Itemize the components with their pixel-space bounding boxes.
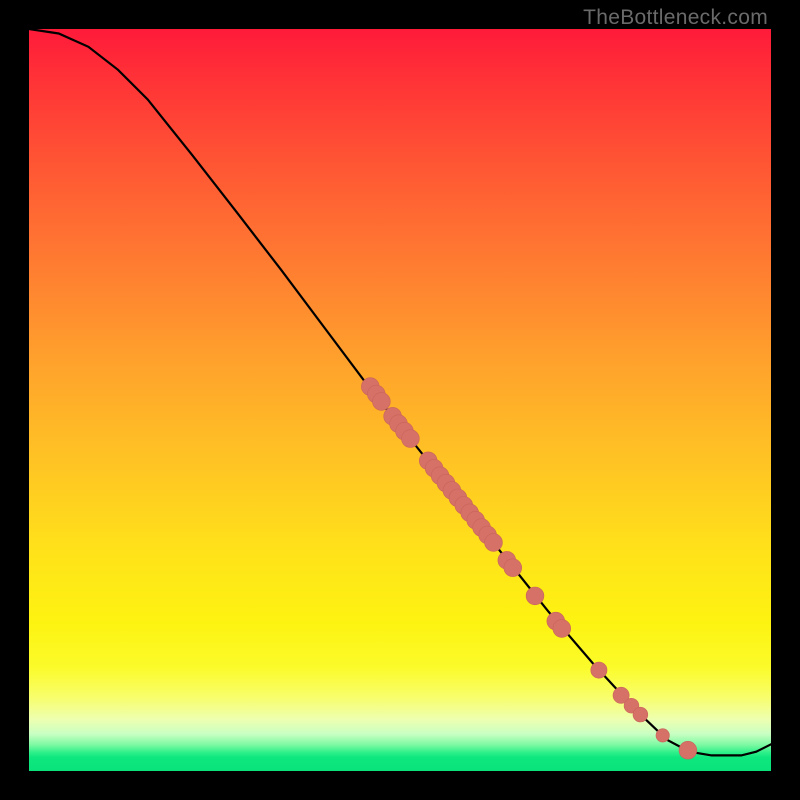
chart-frame: TheBottleneck.com [0,0,800,800]
data-marker [504,559,522,577]
data-marker [633,707,648,722]
data-marker [402,430,420,448]
data-marker [373,393,391,411]
data-marker [679,741,697,759]
data-marker [591,662,607,678]
plot-area [29,29,771,771]
data-marker [656,729,669,742]
watermark-text: TheBottleneck.com [583,6,768,30]
data-marker [485,534,503,552]
bottleneck-curve [29,29,771,755]
chart-svg [29,29,771,771]
data-marker [526,587,544,605]
data-markers [361,378,696,759]
data-marker [553,620,571,638]
